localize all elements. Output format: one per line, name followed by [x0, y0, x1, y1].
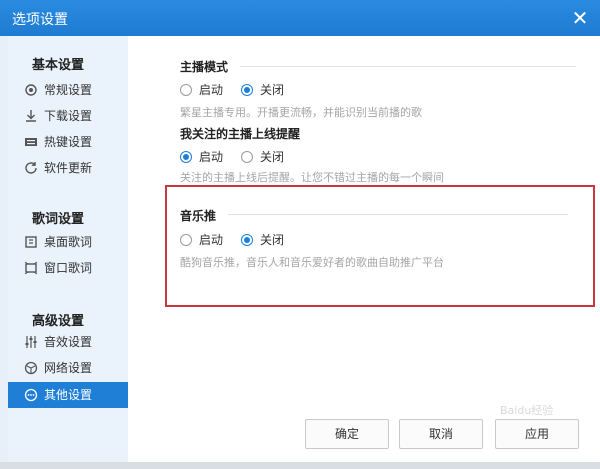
nav-item-network[interactable]: 网络设置: [8, 355, 128, 381]
nav-item-desktop-lyrics[interactable]: 桌面歌词: [8, 229, 128, 255]
window-frame-left: [0, 36, 8, 469]
watermark: Baidu经验: [500, 404, 554, 417]
nav-item-label: 其他设置: [44, 388, 93, 402]
window-title: 选项设置: [12, 12, 68, 28]
nav-item-label: 窗口歌词: [44, 261, 93, 275]
window-lyrics-icon: [24, 261, 38, 275]
group-title-streamer-mode: 主播模式: [180, 60, 229, 74]
radio-label: 启动: [199, 83, 224, 97]
window-frame-bottom: [0, 462, 600, 469]
radio-label: 关闭: [260, 150, 285, 164]
radio-follow-alert-off[interactable]: 关闭: [241, 148, 284, 165]
group-desc: 关注的主播上线后提醒。让您不错过主播的每一个瞬间: [180, 171, 444, 184]
nav-item-general[interactable]: 常规设置: [8, 77, 128, 103]
equalizer-icon: [24, 335, 38, 349]
refresh-icon: [24, 161, 38, 175]
desktop-lyrics-icon: [24, 235, 38, 249]
nav-item-window-lyrics[interactable]: 窗口歌词: [8, 255, 128, 281]
radio-circle: [180, 150, 192, 163]
group-title-followed-streamer-alert: 我关注的主播上线提醒: [180, 127, 301, 141]
radio-circle: [241, 150, 253, 163]
nav-item-label: 下载设置: [44, 109, 93, 123]
nav-item-other[interactable]: 其他设置: [8, 382, 128, 408]
network-icon: [24, 361, 38, 375]
nav-item-hotkey[interactable]: 热键设置: [8, 129, 128, 155]
nav-item-download[interactable]: 下载设置: [8, 103, 128, 129]
title-bar: 选项设置 ✕: [0, 0, 600, 36]
cancel-button[interactable]: 取消: [399, 419, 483, 449]
nav-item-sound-effects[interactable]: 音效设置: [8, 329, 128, 355]
section-title-advanced: 高级设置: [32, 314, 85, 329]
section-title-lyrics: 歌词设置: [32, 212, 85, 227]
nav-item-label: 网络设置: [44, 361, 93, 375]
nav-item-label: 音效设置: [44, 335, 93, 349]
highlight-box: [165, 185, 595, 307]
sidebar: 基本设置 常规设置 下载设置 热键设置 软件更新 歌词设置 桌面歌词 窗口歌词 …: [8, 36, 129, 462]
apply-button[interactable]: 应用: [495, 419, 579, 449]
radio-streamer-mode-on[interactable]: 启动: [180, 81, 223, 98]
nav-item-label: 桌面歌词: [44, 235, 93, 249]
close-icon[interactable]: ✕: [568, 6, 592, 30]
ok-button[interactable]: 确定: [305, 419, 389, 449]
group-desc: 繁星主播专用。开播更流畅，并能识别当前播的歌: [180, 106, 422, 119]
radio-streamer-mode-off[interactable]: 关闭: [241, 81, 284, 98]
download-icon: [24, 109, 38, 123]
divider: [240, 66, 576, 67]
nav-item-update[interactable]: 软件更新: [8, 155, 128, 181]
gear-icon: [24, 83, 38, 97]
section-title-basic: 基本设置: [32, 58, 85, 73]
radio-label: 启动: [199, 150, 224, 164]
radio-circle: [241, 83, 253, 96]
radio-label: 关闭: [260, 83, 285, 97]
nav-item-label: 软件更新: [44, 161, 93, 175]
radio-follow-alert-on[interactable]: 启动: [180, 148, 223, 165]
nav-item-label: 热键设置: [44, 135, 93, 149]
nav-item-label: 常规设置: [44, 83, 93, 97]
keyboard-icon: [24, 135, 38, 149]
radio-circle: [180, 83, 192, 96]
more-icon: [24, 388, 38, 402]
